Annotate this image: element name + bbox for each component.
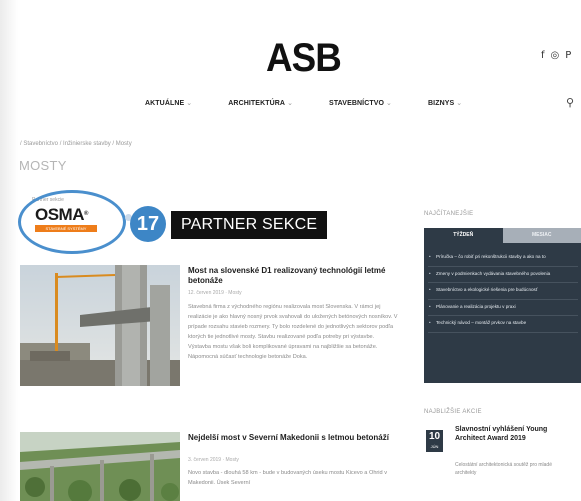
tab-week[interactable]: TÝŽDEŇ	[424, 228, 503, 243]
tab-month[interactable]: MESIAC	[502, 228, 581, 243]
article-excerpt: Novo stavba - dlouhá 58 km - bude v budo…	[188, 470, 387, 486]
nav-item-aktualne[interactable]: AKTUÁLNE ⌄	[145, 99, 192, 107]
event-day: 10	[428, 431, 441, 442]
article-date: 3. červen 2019 · Mosty	[188, 457, 239, 463]
most-read-item[interactable]: Stavebníctvo a ekologické riešenia pre b…	[428, 283, 578, 300]
nav-item-architektura[interactable]: ARCHITEKTÚRA ⌄	[228, 99, 293, 107]
instagram-icon[interactable]: ◎	[551, 50, 560, 61]
article-date: 12. červen 2019 · Mosty	[188, 290, 242, 296]
site-logo[interactable]: ASB	[266, 36, 342, 81]
pinterest-icon[interactable]: P	[565, 50, 571, 61]
article-excerpt: Stavebná firma z východného regiónu real…	[188, 304, 398, 360]
most-read-item[interactable]: Príručka – čo robiť pri rekonštrukcii st…	[428, 250, 578, 267]
article-image-bridge-makedonia[interactable]	[20, 432, 180, 501]
nav-item-stavebnictvo[interactable]: STAVEBNÍCTVO ⌄	[329, 99, 392, 107]
page-title: MOSTY	[19, 158, 67, 173]
most-read-tabs: TÝŽDEŇ MESIAC	[424, 228, 581, 243]
most-read-item[interactable]: Zmeny v podmienkach vydávania stavebného…	[428, 267, 578, 283]
most-read-heading: NAJČÍTANEJŠIE	[424, 211, 474, 217]
article-image-bridge-d1[interactable]	[20, 265, 180, 386]
highlight-ring	[18, 190, 126, 254]
social-links: f ◎ P	[541, 50, 571, 61]
event-date-badge: 10 JÚN	[426, 430, 443, 452]
most-read-item[interactable]: Plánovanie a realizácia projektu v praxi	[428, 300, 578, 316]
callout-number-badge: 17	[130, 206, 166, 242]
article-title[interactable]: Nejdelší most v Severní Makedonii s letm…	[188, 433, 408, 443]
facebook-icon[interactable]: f	[541, 50, 545, 61]
most-read-item[interactable]: Technický návod – montáž prvkov na stavb…	[428, 316, 578, 333]
page-edge-shadow	[0, 0, 18, 501]
main-nav: AKTUÁLNE ⌄ ARCHITEKTÚRA ⌄ STAVEBNÍCTVO ⌄ BI…	[145, 99, 462, 107]
events-heading: NAJBLIŽŠIE AKCIE	[424, 409, 482, 415]
event-title[interactable]: Slavnostní vyhlášení Young Architect Awa…	[455, 425, 565, 443]
breadcrumb[interactable]: / Stavebníctvo / Inžinierske stavby / Mo…	[20, 141, 132, 147]
event-description: Celostátní architektonická soutěž pro ml…	[455, 462, 552, 476]
nav-item-biznys[interactable]: BIZNYS ⌄	[428, 99, 462, 107]
article-title[interactable]: Most na slovenské D1 realizovaný technol…	[188, 266, 408, 286]
search-icon[interactable]: ⚲	[566, 96, 574, 109]
event-month: JÚN	[430, 444, 439, 449]
most-read-list: Príručka – čo robiť pri rekonštrukcii st…	[428, 250, 578, 333]
partner-sekce-label: PARTNER SEKCE	[171, 211, 328, 239]
